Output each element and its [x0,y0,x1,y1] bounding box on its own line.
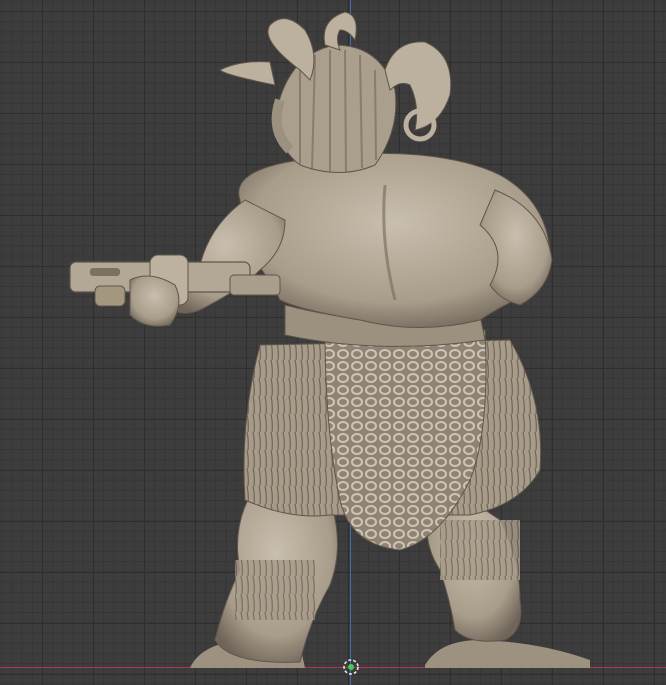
left-horn-curl [219,61,276,86]
model-base [425,640,590,668]
left-horn [267,18,315,81]
origin-crosshair-icon[interactable] [341,657,361,677]
sculpted-model[interactable] [0,0,666,685]
center-horn [323,11,357,51]
left-hand [129,275,180,327]
right-leg-fur [440,520,520,580]
3d-viewport[interactable] [0,0,666,685]
left-leg-fur [235,560,315,620]
